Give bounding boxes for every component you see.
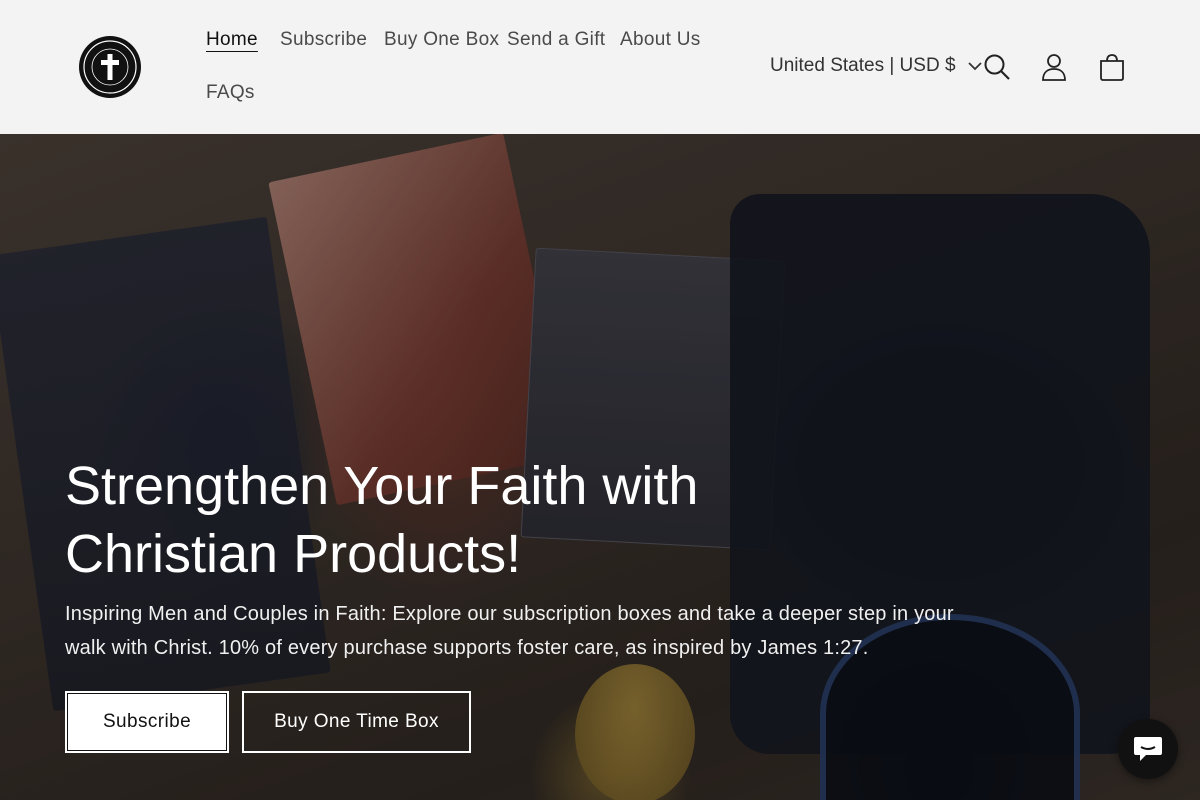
subscribe-button[interactable]: Subscribe — [65, 691, 229, 753]
hero-title: Strengthen Your Faith with Christian Pro… — [65, 456, 699, 584]
nav-faqs[interactable]: FAQs — [206, 82, 255, 104]
logo[interactable] — [79, 36, 141, 98]
nav-home[interactable]: Home — [206, 29, 258, 51]
hero-banner: Strengthen Your Faith with Christian Pro… — [0, 134, 1200, 800]
cart-icon[interactable] — [1093, 48, 1131, 86]
hero-subtitle: Inspiring Men and Couples in Faith: Expl… — [65, 603, 954, 659]
locale-label: United States | USD $ — [770, 55, 956, 76]
cross-logo-icon — [83, 40, 137, 94]
chat-button[interactable] — [1118, 719, 1178, 779]
nav-buy-one-box[interactable]: Buy One Box — [384, 29, 499, 51]
buy-one-time-box-button[interactable]: Buy One Time Box — [242, 691, 471, 753]
chat-icon — [1134, 737, 1162, 761]
account-icon[interactable] — [1035, 48, 1073, 86]
nav-send-a-gift[interactable]: Send a Gift — [507, 29, 605, 51]
site-header: Home Subscribe Buy One Box Send a Gift A… — [0, 0, 1200, 134]
locale-selector[interactable]: United States | USD $ — [770, 55, 982, 77]
search-icon[interactable] — [978, 48, 1016, 86]
nav-subscribe[interactable]: Subscribe — [280, 29, 367, 51]
nav-about-us[interactable]: About Us — [620, 29, 701, 51]
